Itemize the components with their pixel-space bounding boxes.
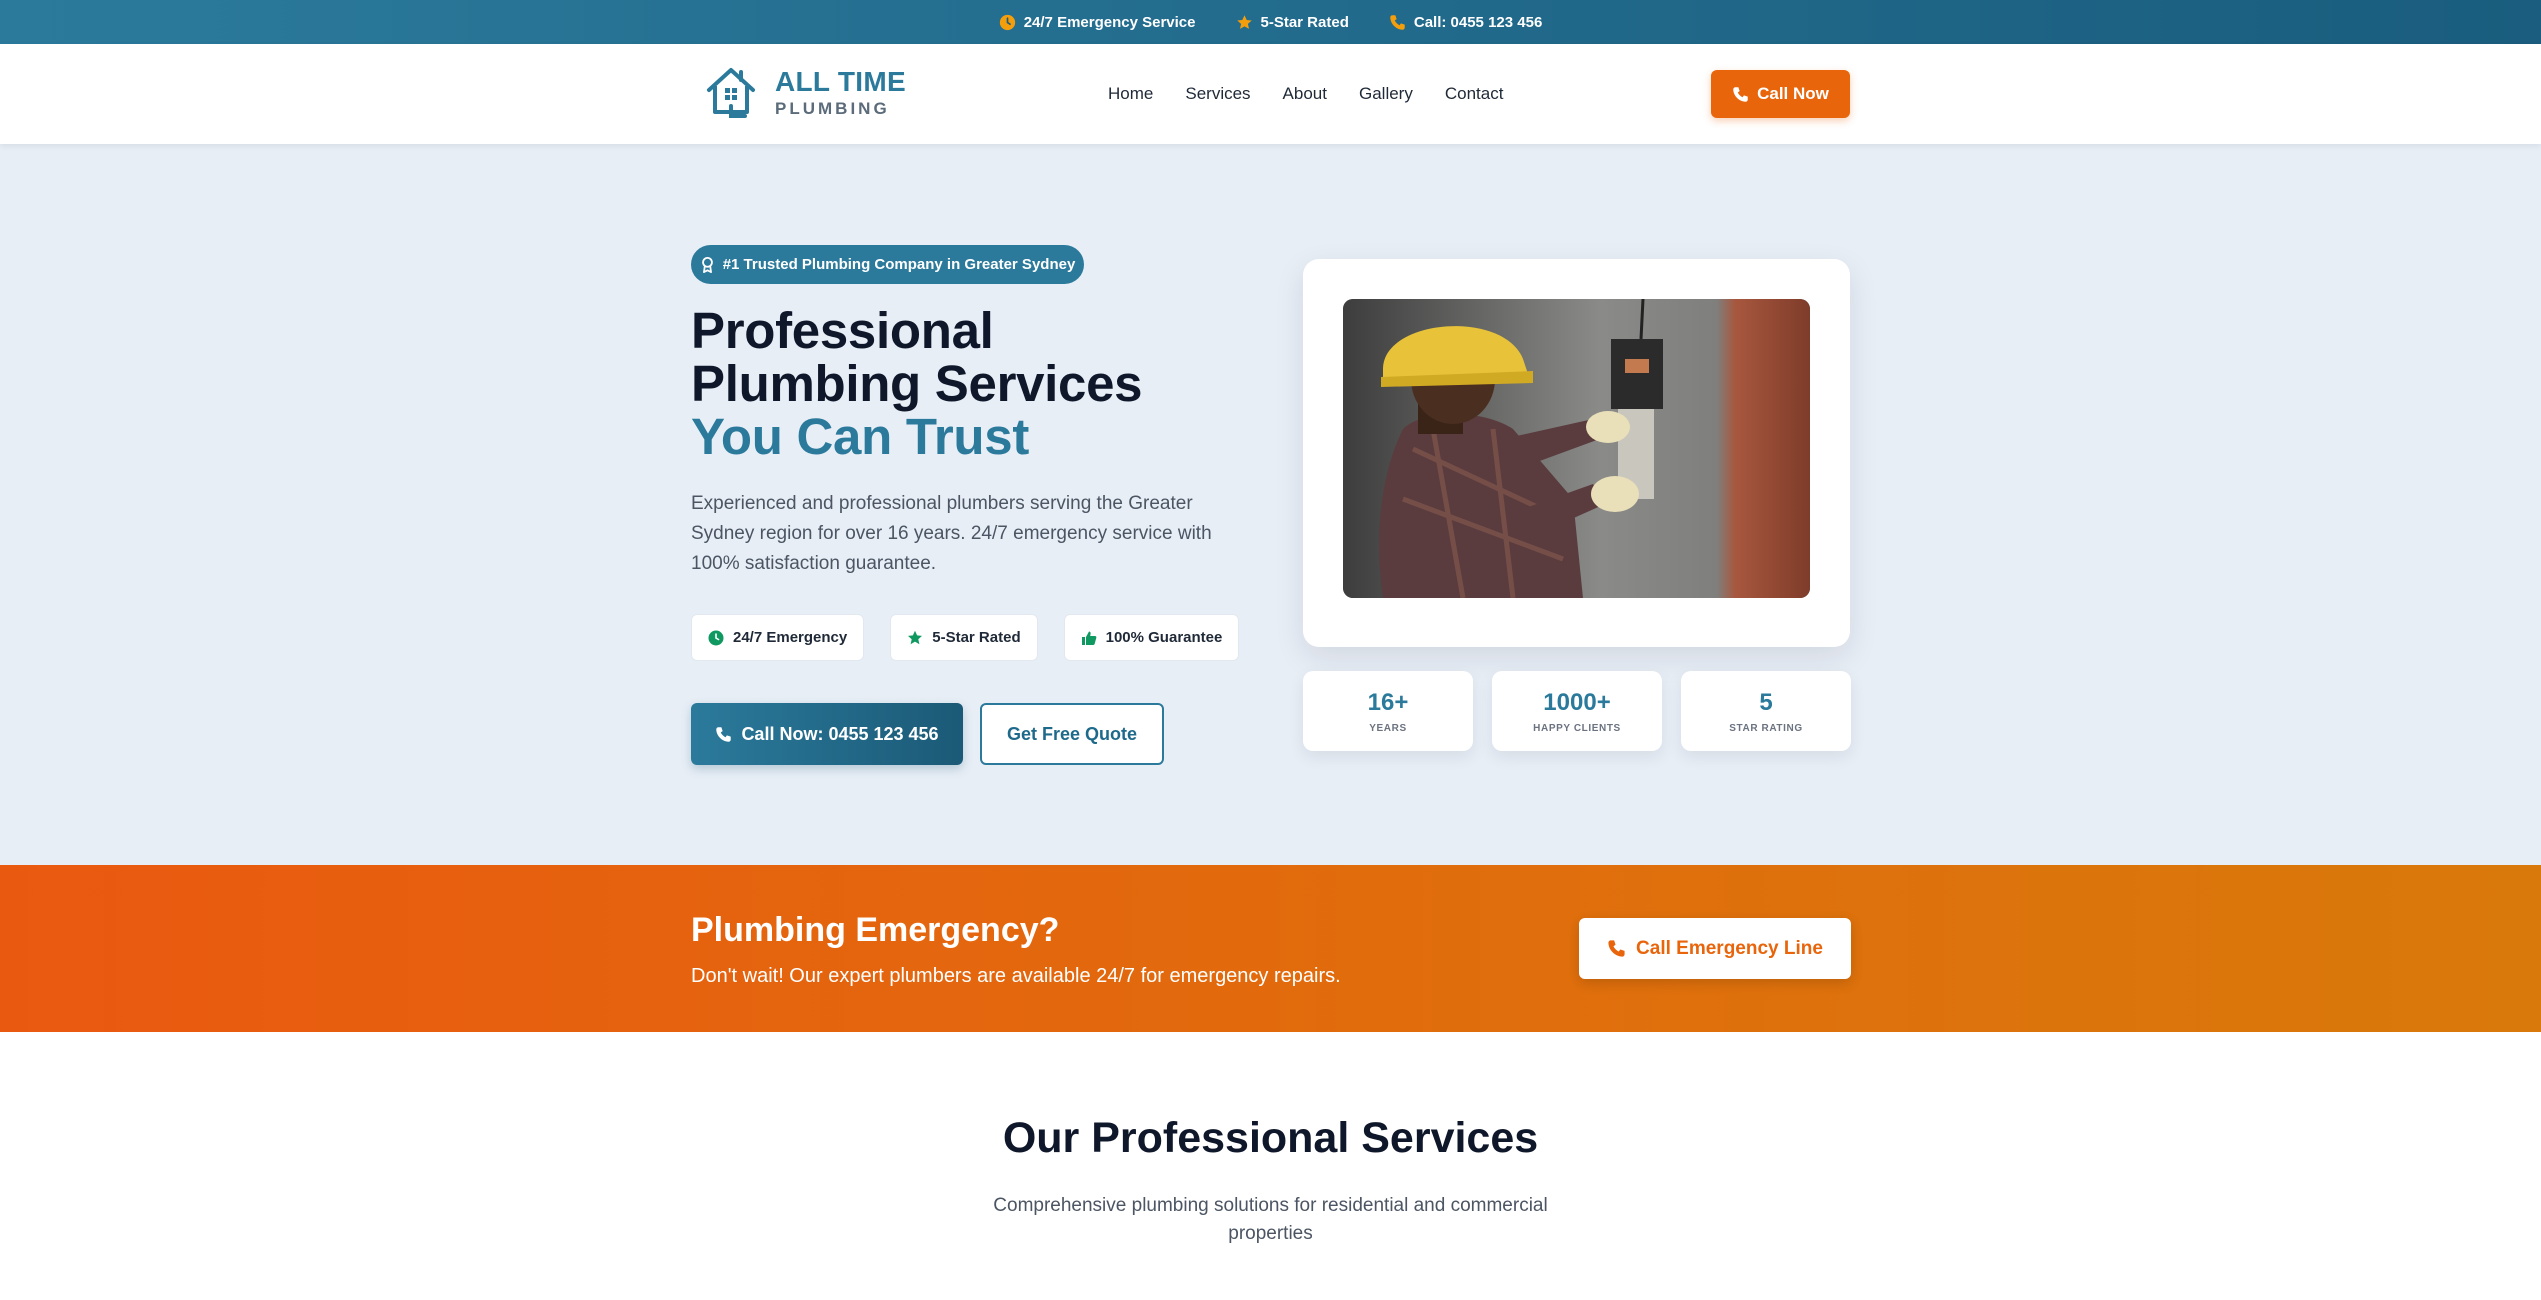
- nav-services[interactable]: Services: [1185, 84, 1250, 104]
- phone-icon: [1390, 14, 1405, 30]
- stat-rating: 5 STAR RATING: [1681, 671, 1851, 751]
- emergency-title: Plumbing Emergency?: [691, 911, 1060, 949]
- phone-icon: [1608, 940, 1625, 957]
- hero-title-line-1: Professional: [691, 302, 994, 359]
- chip-rated-label: 5-Star Rated: [932, 629, 1021, 646]
- emergency-line-label: Call Emergency Line: [1636, 937, 1823, 959]
- free-quote-button[interactable]: Get Free Quote: [980, 703, 1164, 765]
- brand-logo[interactable]: ALL TIME PLUMBING: [705, 66, 906, 120]
- nav-home[interactable]: Home: [1108, 84, 1153, 104]
- trust-badge: #1 Trusted Plumbing Company in Greater S…: [691, 245, 1084, 284]
- hero-image-card: [1303, 259, 1850, 647]
- top-info-bar: 24/7 Emergency Service 5-Star Rated Call…: [0, 0, 2541, 44]
- call-phone-button[interactable]: Call Now: 0455 123 456: [691, 703, 963, 765]
- topbar-phone-text[interactable]: Call: 0455 123 456: [1414, 14, 1542, 31]
- hero-section: #1 Trusted Plumbing Company in Greater S…: [0, 144, 2541, 865]
- services-section: Our Professional Services Comprehensive …: [0, 1032, 2541, 1300]
- stat-rating-value: 5: [1759, 688, 1773, 716]
- feature-chips: 24/7 Emergency 5-Star Rated 100% Guarant…: [691, 614, 1240, 661]
- topbar-emergency-text: 24/7 Emergency Service: [1023, 13, 1196, 31]
- emergency-banner: Plumbing Emergency? Don't wait! Our expe…: [0, 865, 2541, 1032]
- stat-years-value: 16+: [1367, 688, 1409, 716]
- hero-title: Professional Plumbing Services You Can T…: [691, 304, 1311, 463]
- thumbs-up-icon: [1081, 631, 1096, 645]
- topbar-rating: 5-Star Rated: [1236, 14, 1349, 31]
- topbar-rating-text: 5-Star Rated: [1260, 13, 1349, 31]
- stat-clients-value: 1000+: [1543, 688, 1611, 716]
- emergency-description: Don't wait! Our expert plumbers are avai…: [691, 965, 1341, 987]
- brand-subtitle: PLUMBING: [775, 99, 890, 118]
- topbar-phone[interactable]: Call: 0455 123 456: [1389, 14, 1542, 31]
- star-icon: [1236, 14, 1252, 29]
- chip-rated: 5-Star Rated: [890, 614, 1038, 661]
- stat-rating-label: STAR RATING: [1729, 722, 1803, 734]
- hero-title-line-2: Plumbing Services: [691, 355, 1143, 412]
- star-icon: [908, 630, 923, 644]
- emergency-line-button[interactable]: Call Emergency Line: [1579, 918, 1851, 979]
- topbar-emergency: 24/7 Emergency Service: [999, 14, 1196, 31]
- plumber-photo: [1343, 299, 1810, 598]
- stats-row: 16+ YEARS 1000+ HAPPY CLIENTS 5 STAR RAT…: [1303, 671, 1851, 751]
- stat-years-label: YEARS: [1369, 722, 1407, 734]
- stat-clients: 1000+ HAPPY CLIENTS: [1492, 671, 1662, 751]
- chip-guarantee: 100% Guarantee: [1063, 614, 1240, 661]
- services-title: Our Professional Services: [1002, 1114, 1539, 1162]
- nav-about[interactable]: About: [1283, 84, 1327, 104]
- services-subtitle: Comprehensive plumbing solutions for res…: [993, 1195, 1548, 1244]
- plumber-illustration: [1343, 299, 1810, 598]
- award-icon: [701, 256, 713, 273]
- hero-description: Experienced and professional plumbers se…: [691, 493, 1212, 574]
- chip-emergency-label: 24/7 Emergency: [733, 629, 848, 646]
- phone-icon: [716, 726, 732, 742]
- hero-buttons: Call Now: 0455 123 456 Get Free Quote: [691, 703, 1164, 765]
- phone-icon: [1733, 86, 1748, 102]
- call-phone-label: Call Now: 0455 123 456: [741, 723, 939, 744]
- stat-years: 16+ YEARS: [1303, 671, 1473, 751]
- call-now-label: Call Now: [1757, 84, 1829, 103]
- chip-emergency: 24/7 Emergency: [691, 614, 865, 661]
- main-navbar: ALL TIME PLUMBING Home Services About Ga…: [0, 44, 2541, 144]
- brand-name: ALL TIME: [775, 66, 906, 97]
- clock-icon: [999, 14, 1015, 30]
- chip-guarantee-label: 100% Guarantee: [1105, 629, 1223, 646]
- nav-links: Home Services About Gallery Contact: [1108, 44, 1503, 144]
- brand-text: ALL TIME PLUMBING: [775, 67, 906, 119]
- stat-clients-label: HAPPY CLIENTS: [1533, 722, 1621, 734]
- nav-gallery[interactable]: Gallery: [1359, 84, 1413, 104]
- trust-badge-text: #1 Trusted Plumbing Company in Greater S…: [722, 256, 1076, 273]
- clock-icon: [708, 630, 724, 645]
- house-logo-icon: [707, 68, 755, 118]
- call-now-button[interactable]: Call Now: [1711, 70, 1850, 118]
- nav-contact[interactable]: Contact: [1445, 84, 1504, 104]
- hero-title-accent: You Can Trust: [691, 408, 1030, 465]
